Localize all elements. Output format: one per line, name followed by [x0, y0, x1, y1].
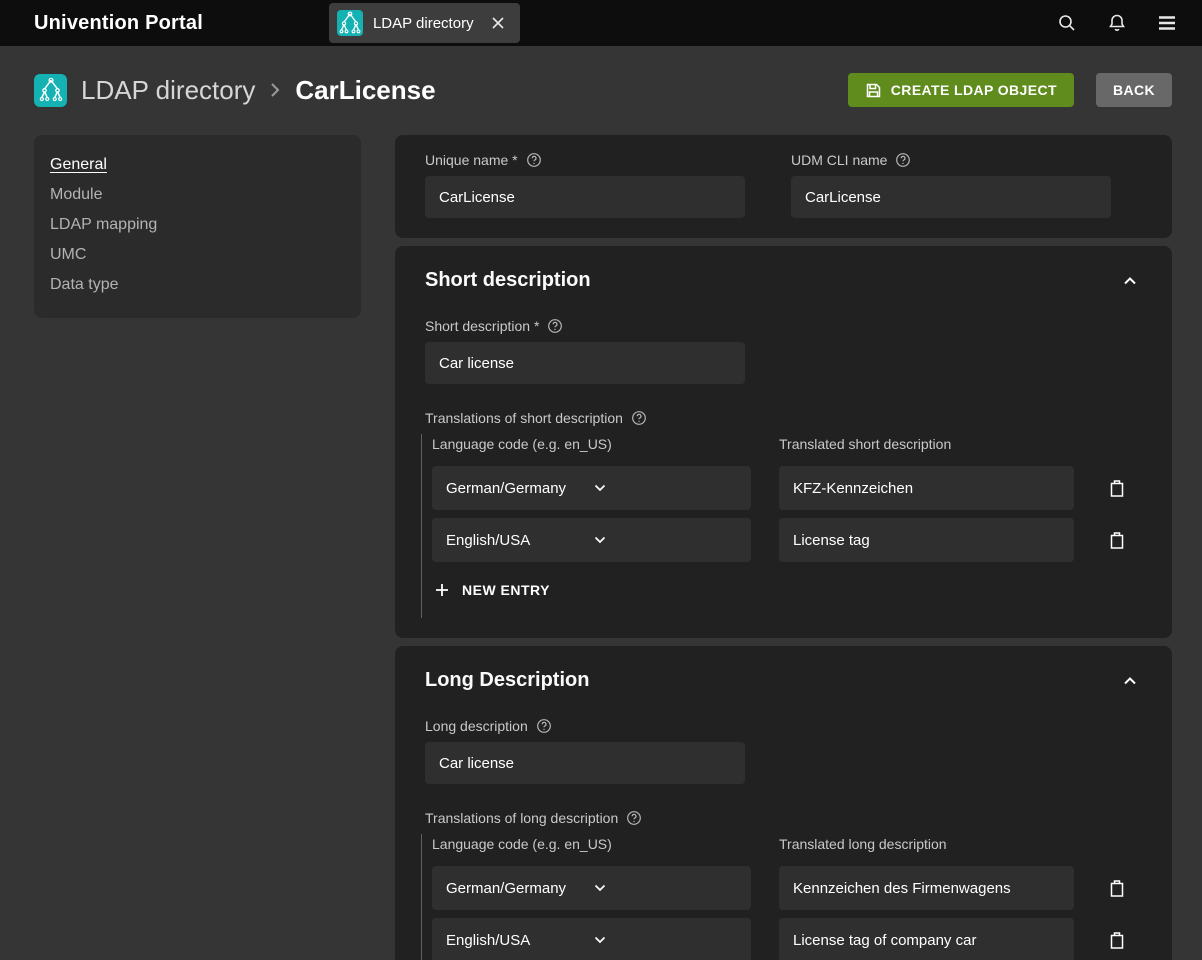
sidebar-item-umc[interactable]: UMC [50, 240, 345, 270]
page-title: CarLicense [295, 75, 435, 106]
language-select[interactable]: German/Germany [432, 466, 751, 510]
delete-row-trash-icon[interactable] [1102, 525, 1132, 555]
long-description-input[interactable] [425, 742, 745, 784]
save-icon [865, 82, 882, 99]
tab-ldap-directory[interactable]: LDAP directory [329, 3, 520, 43]
translation-input[interactable] [779, 866, 1074, 910]
field-udm-cli-name: UDM CLI name [791, 152, 1111, 218]
search-icon[interactable] [1054, 10, 1080, 36]
chevron-right-icon [267, 80, 283, 100]
chevron-down-icon [593, 483, 740, 493]
chevron-down-icon [593, 535, 740, 545]
new-entry-label: NEW ENTRY [462, 582, 550, 598]
column-header-translation: Translated long description [779, 834, 1074, 858]
top-bar: Univention Portal LDAP directory [0, 0, 1202, 46]
language-select-value: English/USA [446, 932, 593, 949]
form-main: Unique name * UDM CLI name [395, 135, 1172, 960]
delete-row-trash-icon[interactable] [1102, 925, 1132, 955]
tab-close-icon[interactable] [490, 15, 506, 31]
translation-input[interactable] [779, 466, 1074, 510]
sidebar-item-data-type[interactable]: Data type [50, 270, 345, 300]
back-button[interactable]: BACK [1096, 73, 1172, 107]
sidebar-item-module[interactable]: Module [50, 180, 345, 210]
language-select[interactable]: English/USA [432, 518, 751, 562]
portal-title[interactable]: Univention Portal [34, 12, 203, 35]
create-ldap-object-button[interactable]: CREATE LDAP OBJECT [848, 73, 1074, 107]
sidebar-item-general[interactable]: General [50, 150, 345, 180]
language-select[interactable]: English/USA [432, 918, 751, 960]
ldap-directory-logo-icon [34, 74, 67, 107]
translations-long-label: Translations of long description [425, 810, 618, 826]
hamburger-menu-icon[interactable] [1154, 10, 1180, 36]
short-description-title: Short description [425, 269, 591, 292]
column-header-translation: Translated short description [779, 434, 1074, 458]
ldap-directory-icon [337, 10, 363, 36]
new-entry-button[interactable]: NEW ENTRY [432, 576, 552, 604]
column-header-language: Language code (e.g. en_US) [432, 434, 751, 458]
tab-label: LDAP directory [373, 15, 474, 32]
translations-short-label: Translations of short description [425, 410, 623, 426]
unique-name-label: Unique name * [425, 152, 518, 168]
topbar-icons [1054, 10, 1180, 36]
translation-input[interactable] [779, 918, 1074, 960]
help-icon[interactable] [526, 152, 542, 168]
udm-cli-name-label: UDM CLI name [791, 152, 887, 168]
language-select-value: English/USA [446, 532, 593, 549]
long-description-label: Long description [425, 718, 528, 734]
help-icon[interactable] [631, 410, 647, 426]
breadcrumb: LDAP directory CarLicense [81, 75, 436, 106]
section-sidebar: General Module LDAP mapping UMC Data typ… [34, 135, 361, 318]
short-description-input[interactable] [425, 342, 745, 384]
language-select-value: German/Germany [446, 480, 593, 497]
chevron-down-icon [593, 935, 740, 945]
translation-input[interactable] [779, 518, 1074, 562]
plus-icon [434, 582, 450, 598]
field-unique-name: Unique name * [425, 152, 745, 218]
delete-row-trash-icon[interactable] [1102, 873, 1132, 903]
long-description-title: Long Description [425, 669, 589, 692]
page-header: LDAP directory CarLicense CREATE LDAP OB… [0, 46, 1202, 134]
sidebar-item-ldap-mapping[interactable]: LDAP mapping [50, 210, 345, 240]
translations-short-group: Language code (e.g. en_US) Translated sh… [421, 434, 1142, 618]
content: General Module LDAP mapping UMC Data typ… [0, 134, 1202, 960]
chevron-down-icon [593, 883, 740, 893]
panel-names: Unique name * UDM CLI name [395, 135, 1172, 238]
help-icon[interactable] [547, 318, 563, 334]
help-icon[interactable] [895, 152, 911, 168]
tab-strip: LDAP directory [203, 3, 1054, 43]
short-description-label: Short description * [425, 318, 539, 334]
breadcrumb-ldap-directory[interactable]: LDAP directory [81, 75, 255, 106]
collapse-chevron-up-icon[interactable] [1118, 271, 1142, 291]
column-header-language: Language code (e.g. en_US) [432, 834, 751, 858]
translations-long-group: Language code (e.g. en_US) Translated lo… [421, 834, 1142, 960]
create-ldap-object-label: CREATE LDAP OBJECT [891, 82, 1057, 98]
panel-long-description: Long Description Long description Transl… [395, 646, 1172, 960]
collapse-chevron-up-icon[interactable] [1118, 671, 1142, 691]
help-icon[interactable] [626, 810, 642, 826]
delete-row-trash-icon[interactable] [1102, 473, 1132, 503]
language-select[interactable]: German/Germany [432, 866, 751, 910]
header-actions: CREATE LDAP OBJECT BACK [848, 73, 1172, 107]
help-icon[interactable] [536, 718, 552, 734]
panel-short-description: Short description Short description * Tr… [395, 246, 1172, 638]
notifications-bell-icon[interactable] [1104, 10, 1130, 36]
udm-cli-name-input[interactable] [791, 176, 1111, 218]
language-select-value: German/Germany [446, 880, 593, 897]
unique-name-input[interactable] [425, 176, 745, 218]
